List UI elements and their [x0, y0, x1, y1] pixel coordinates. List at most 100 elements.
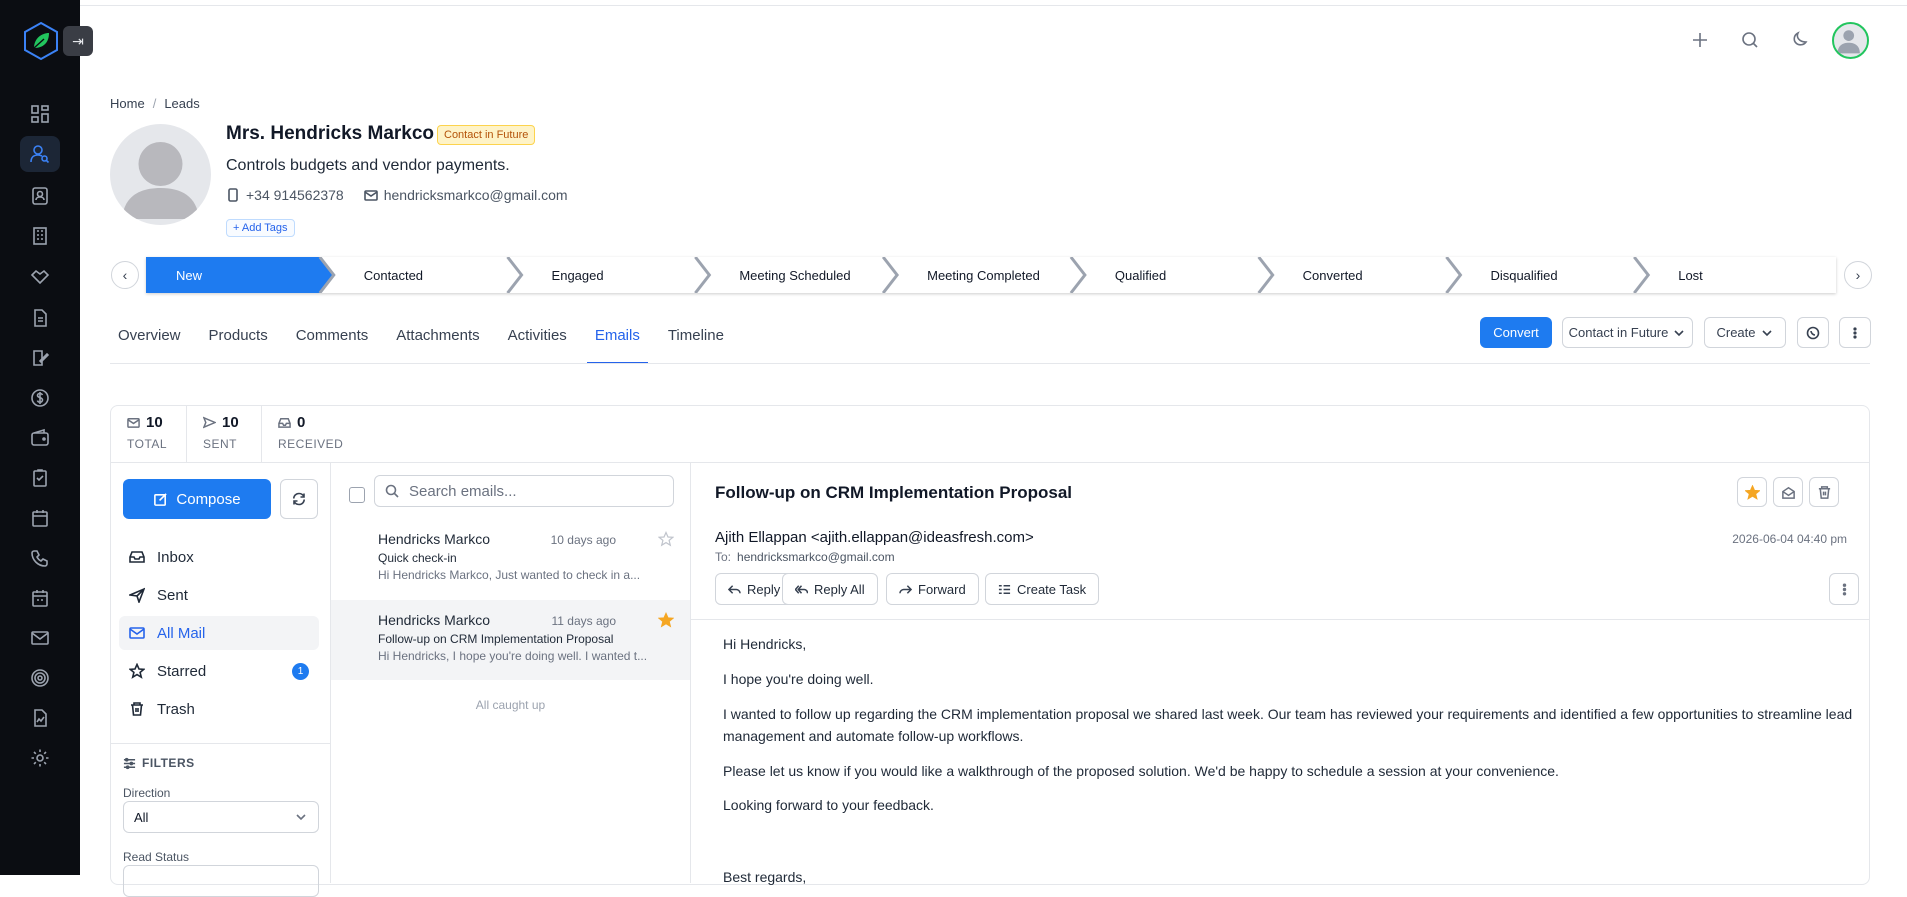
tabs-divider — [110, 363, 1870, 364]
folder-starred[interactable]: Starred 1 — [119, 654, 319, 688]
nav-documents-icon[interactable] — [20, 300, 60, 336]
tab-timeline[interactable]: Timeline — [660, 318, 732, 364]
pipeline-stage-engaged[interactable]: Engaged — [552, 257, 700, 293]
search-emails-input[interactable]: Search emails... — [374, 475, 674, 507]
nav-email-icon[interactable] — [20, 620, 60, 656]
forward-button[interactable]: Forward — [886, 573, 979, 605]
nav-calls-icon[interactable] — [20, 540, 60, 576]
nav-invoices-icon[interactable] — [20, 380, 60, 416]
app-logo-icon[interactable] — [22, 21, 60, 61]
trash-icon — [1818, 485, 1830, 499]
tab-comments[interactable]: Comments — [288, 318, 377, 364]
reply-all-button[interactable]: Reply All — [782, 573, 878, 605]
folder-all-mail[interactable]: All Mail — [119, 616, 319, 650]
pipeline-stage-label: Disqualified — [1490, 267, 1558, 283]
tab-emails[interactable]: Emails — [586, 318, 648, 364]
pipeline-stage-meeting-completed[interactable]: Meeting Completed — [927, 257, 1075, 293]
nav-tasks-icon[interactable] — [20, 460, 60, 496]
pipeline-stage-meeting-scheduled[interactable]: Meeting Scheduled — [739, 257, 887, 293]
star-email-button[interactable] — [1737, 477, 1767, 507]
stat-received-label: RECEIVED — [278, 437, 344, 451]
folder-label: All Mail — [157, 624, 206, 642]
search-emails-placeholder: Search emails... — [409, 482, 517, 500]
dark-mode-moon-icon[interactable] — [1788, 28, 1812, 52]
email-more-button[interactable] — [1829, 573, 1859, 605]
envelope-open-icon — [1781, 486, 1795, 499]
nav-contacts-icon[interactable] — [20, 178, 60, 214]
folder-count-badge: 1 — [292, 663, 309, 680]
email-detail-column: Follow-up on CRM Implementation Proposal… — [691, 463, 1869, 885]
more-options-button[interactable] — [1839, 317, 1871, 348]
pipeline-stage-contacted[interactable]: Contacted — [364, 257, 512, 293]
add-icon[interactable] — [1688, 28, 1712, 52]
nav-leads-icon[interactable] — [20, 136, 60, 172]
email-list-item[interactable]: Hendricks Markco 10 days ago Quick check… — [331, 519, 690, 599]
lead-phone[interactable]: +34 914562378 — [226, 187, 344, 203]
breadcrumb-leads[interactable]: Leads — [164, 96, 199, 111]
tab-activities[interactable]: Activities — [500, 318, 575, 364]
pipeline-prev-button[interactable]: ‹ — [111, 261, 139, 289]
nav-targets-icon[interactable] — [20, 660, 60, 696]
nav-schedule-icon[interactable] — [20, 580, 60, 616]
user-avatar[interactable] — [1832, 22, 1869, 59]
pipeline-stage-label: Engaged — [551, 267, 604, 283]
compose-button[interactable]: Compose — [123, 479, 271, 519]
forward-label: Forward — [918, 581, 966, 597]
delete-email-button[interactable] — [1809, 477, 1839, 507]
nav-deals-icon[interactable] — [20, 258, 60, 294]
nav-calendar-icon[interactable] — [20, 500, 60, 536]
folder-sent[interactable]: Sent — [119, 578, 319, 612]
create-task-label: Create Task — [1017, 581, 1087, 597]
nav-notes-icon[interactable] — [20, 340, 60, 376]
pipeline-stage-label: Contacted — [363, 267, 424, 283]
nav-wallet-icon[interactable] — [20, 420, 60, 456]
status-dropdown-label: Contact in Future — [1568, 325, 1669, 340]
direction-select[interactable]: All — [123, 801, 319, 833]
pipeline-stage-new[interactable]: New — [176, 257, 324, 293]
folder-column: Compose Inbox Sent All Mail Starred 1 Tra… — [111, 463, 331, 897]
collapse-sidebar-button[interactable]: ⇥ — [63, 26, 93, 56]
compose-icon — [154, 492, 168, 506]
lead-email[interactable]: hendricksmarkco@gmail.com — [363, 187, 568, 203]
pipeline-stage-converted[interactable]: Converted — [1303, 257, 1451, 293]
reply-icon — [728, 584, 741, 594]
folder-label: Trash — [157, 700, 195, 718]
read-status-select[interactable] — [123, 865, 319, 897]
pipeline-stage-qualified[interactable]: Qualified — [1115, 257, 1263, 293]
convert-button[interactable]: Convert — [1480, 317, 1552, 348]
create-dropdown[interactable]: Create — [1704, 317, 1786, 348]
tab-products[interactable]: Products — [201, 318, 276, 364]
refresh-button[interactable] — [280, 479, 318, 519]
create-task-button[interactable]: Create Task — [985, 573, 1100, 605]
search-icon[interactable] — [1738, 28, 1762, 52]
email-item-sender: Hendricks Markco — [378, 531, 491, 547]
stat-sent-label: SENT — [203, 437, 238, 451]
email-to-value: hendricksmarkco@gmail.com — [737, 550, 895, 564]
pipeline-stage-lost[interactable]: Lost — [1678, 257, 1826, 293]
inbox-icon — [278, 418, 291, 428]
status-dropdown[interactable]: Contact in Future — [1562, 317, 1693, 348]
send-icon — [129, 587, 145, 603]
pipeline-next-button[interactable]: › — [1844, 261, 1872, 289]
pipeline-stage-disqualified[interactable]: Disqualified — [1490, 257, 1638, 293]
lead-avatar — [110, 124, 211, 225]
tab-overview[interactable]: Overview — [110, 318, 189, 364]
mark-unread-button[interactable] — [1773, 477, 1803, 507]
folder-trash[interactable]: Trash — [119, 692, 319, 726]
star-filled-icon[interactable] — [658, 612, 674, 628]
breadcrumb-home[interactable]: Home — [110, 96, 145, 111]
nav-settings-icon[interactable] — [20, 740, 60, 776]
filters-title: FILTERS — [123, 756, 195, 770]
nav-companies-icon[interactable] — [20, 218, 60, 254]
add-tags-button[interactable]: + Add Tags — [226, 219, 295, 237]
star-outline-icon[interactable] — [658, 531, 674, 547]
nav-reports-icon[interactable] — [20, 700, 60, 736]
email-list-item[interactable]: Hendricks Markco 11 days ago Follow-up o… — [331, 600, 690, 680]
folders-divider — [111, 743, 330, 744]
pipeline-stages: New Contacted Engaged Meeting Scheduled Meet… — [146, 257, 1836, 293]
whatsapp-button[interactable] — [1797, 317, 1829, 348]
folder-inbox[interactable]: Inbox — [119, 540, 319, 574]
nav-dashboard-icon[interactable] — [20, 96, 60, 132]
select-all-checkbox[interactable] — [349, 487, 365, 503]
tab-attachments[interactable]: Attachments — [388, 318, 487, 364]
